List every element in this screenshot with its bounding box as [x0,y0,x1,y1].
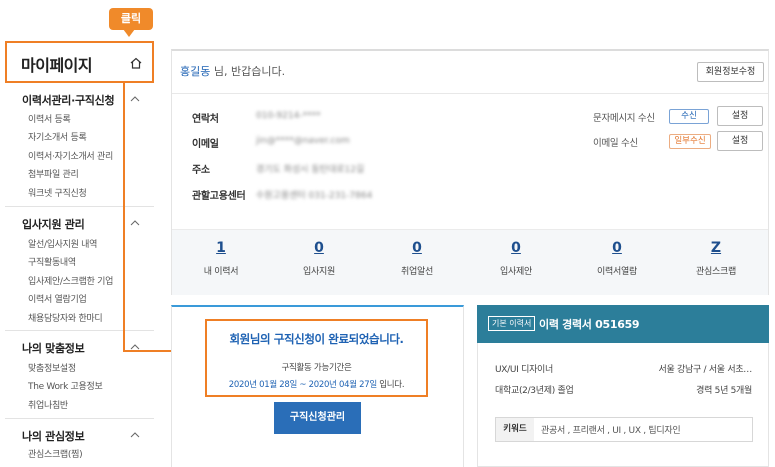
sidebar-divider [5,206,154,207]
sidebar-item-offers-scraps[interactable]: 입사제안/스크랩한 기업 [28,274,113,287]
sms-receive-label: 문자메시지 수신 [593,113,655,124]
sidebar-item-job-activity[interactable]: 구직활동내역 [28,255,76,268]
stat-referrals[interactable]: 0 취업알선 [369,240,465,277]
stat-count[interactable]: 0 [468,240,564,260]
default-resume-badge: 기본 이력서 [488,316,536,331]
home-icon[interactable] [129,56,143,70]
stat-count[interactable]: Z [668,240,764,260]
sidebar-divider [5,418,154,419]
profile-panel: 홍길동 님, 반갑습니다. 회원정보수정 연락처 010-9214-**** 이… [171,49,769,295]
stat-applications[interactable]: 0 입사지원 [271,240,367,277]
sidebar-item-interest-scrap[interactable]: 관심스크랩(찜) [28,447,83,460]
sidebar-item-worknet-apply[interactable]: 워크넷 구직신청 [28,186,87,199]
greeting-text: 님, 반갑습니다. [210,65,286,78]
resume-card: 기본 이력서 이력 경력서 051659 UX/UI 디자이너 서울 강남구 /… [477,305,769,467]
stat-offers[interactable]: 0 입사제안 [468,240,564,277]
edit-member-info-button[interactable]: 회원정보수정 [697,62,764,82]
resume-location: 서울 강남구 / 서울 서초… [658,365,753,375]
callout-connector [123,82,125,352]
greeting: 홍길동 님, 반갑습니다. [180,63,285,79]
sidebar: 마이페이지 이력서관리·구직신청 이력서 등록 자기소개서 등록 이력서·자기소… [5,40,154,467]
sidebar-item-resume-manage[interactable]: 이력서·자기소개서 관리 [28,149,113,162]
application-complete-notice: 회원님의 구직신청이 완료되었습니다. 구직활동 가능기간은 2020년 01월… [205,319,428,397]
chevron-up-icon[interactable] [130,431,140,438]
stat-scraps[interactable]: Z 관심스크랩 [668,240,764,277]
email-label: 이메일 [192,139,219,150]
stat-my-resume[interactable]: 1 내 이력서 [173,240,269,277]
sms-status-badge: 수신 [669,109,709,124]
period-label: 구직활동 가능기간은 [281,363,352,373]
resume-education: 대학교(2/3년제) 졸업 [495,386,574,396]
sidebar-divider [5,330,154,331]
sidebar-item-custom-settings[interactable]: 맞춤정보설정 [28,361,76,374]
job-application-panel: 회원님의 구직신청이 완료되었습니다. 구직활동 가능기간은 2020년 01월… [171,305,464,467]
address-label: 주소 [192,165,210,176]
click-callout: 클릭 [109,8,153,37]
period-text: 2020년 01월 28일 ~ 2020년 04월 27일 입니다. [207,378,426,390]
email-value: jin@****@naver.com [256,136,350,146]
sidebar-section-interests[interactable]: 나의 관심정보 [22,428,85,444]
chevron-up-icon[interactable] [130,343,140,350]
stat-label: 입사지원 [303,267,335,277]
sidebar-section-applications[interactable]: 입사지원 관리 [22,216,85,232]
period-suffix: 입니다. [376,380,405,390]
email-receive-label: 이메일 수신 [593,138,638,149]
user-name: 홍길동 [180,65,211,78]
stat-label: 내 이력서 [203,267,239,277]
stat-label: 취업알선 [401,267,433,277]
email-settings-button[interactable]: 설정 [717,131,763,151]
keyword-label: 키워드 [496,418,534,441]
resume-job: UX/UI 디자이너 [495,365,554,375]
divider [172,93,768,94]
resume-title[interactable]: 이력 경력서 051659 [539,316,640,332]
stat-count[interactable]: 0 [369,240,465,260]
stat-count[interactable]: 0 [271,240,367,260]
stat-label: 관심스크랩 [696,267,736,277]
sidebar-item-thework-info[interactable]: The Work 고용정보 [28,379,103,392]
stat-count[interactable]: 1 [173,240,269,260]
employment-center-label: 관할고용센터 [192,191,246,202]
email-status-badge: 일부수신 [669,134,711,149]
stat-label: 입사제안 [500,267,532,277]
sidebar-item-recruiter-message[interactable]: 채용담당자와 한마디 [28,311,103,324]
sidebar-item-cover-letter-register[interactable]: 자기소개서 등록 [28,130,87,143]
sidebar-item-attachment-manage[interactable]: 첨부파일 관리 [28,167,79,180]
employment-center-value: 수원고용센터 031-231-7864 [256,191,373,201]
sidebar-item-career-compass[interactable]: 취업나침반 [28,398,68,411]
sidebar-item-resume-register[interactable]: 이력서 등록 [28,112,71,125]
stat-count[interactable]: 0 [569,240,665,260]
sidebar-section-custom-info[interactable]: 나의 맞춤정보 [22,340,85,356]
mypage-header[interactable]: 마이페이지 [5,41,154,83]
keyword-values: 관공서 , 프리랜서 , UI , UX , 팁디자인 [541,426,681,436]
chevron-up-icon[interactable] [130,95,140,102]
activity-stats: 1 내 이력서 0 입사지원 0 취업알선 0 입사제안 0 이력서열람 Z 관… [172,229,768,295]
stat-label: 이력서열람 [597,267,637,277]
resume-career: 경력 5년 5개월 [696,386,752,396]
chevron-up-icon[interactable] [130,219,140,226]
address-value: 경기도 화성시 동탄대로12길 [256,165,365,175]
mypage-title: 마이페이지 [21,56,93,75]
period-dates: 2020년 01월 28일 ~ 2020년 04월 27일 [228,380,377,390]
phone-label: 연락처 [192,114,219,125]
sms-settings-button[interactable]: 설정 [717,106,763,126]
stat-resume-views[interactable]: 0 이력서열람 [569,240,665,277]
resume-header[interactable]: 기본 이력서 이력 경력서 051659 [477,305,769,343]
sidebar-section-resume[interactable]: 이력서관리·구직신청 [22,92,115,108]
application-complete-message: 회원님의 구직신청이 완료되었습니다. [229,332,404,346]
resume-keywords: 키워드 관공서 , 프리랜서 , UI , UX , 팁디자인 [495,417,753,442]
sidebar-item-application-history[interactable]: 알선/입사지원 내역 [28,237,97,250]
manage-application-button[interactable]: 구직신청관리 [274,402,361,434]
sidebar-item-resume-viewers[interactable]: 이력서 열람기업 [28,292,87,305]
phone-value: 010-9214-**** [256,111,321,121]
